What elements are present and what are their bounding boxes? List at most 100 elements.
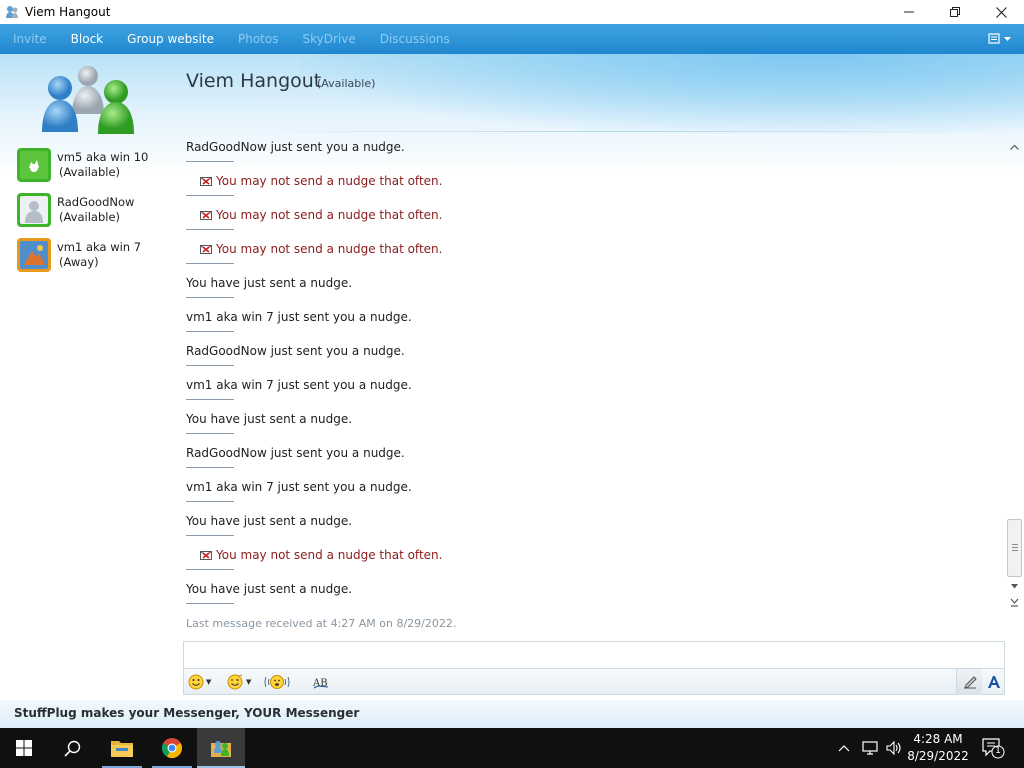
footer-ad-text[interactable]: StuffPlug makes your Messenger, YOUR Mes… xyxy=(14,706,359,720)
menu-skydrive[interactable]: SkyDrive xyxy=(302,32,355,46)
contact-status: (Away) xyxy=(59,255,99,269)
chevron-down-icon: ▼ xyxy=(246,678,252,686)
group-avatar-icon xyxy=(42,66,134,134)
start-button[interactable] xyxy=(0,728,48,768)
menu-block[interactable]: Block xyxy=(71,32,103,46)
contact-name: vm5 aka win 10 xyxy=(57,150,149,164)
options-menu-button[interactable] xyxy=(988,30,1014,48)
message-divider xyxy=(186,229,234,230)
message-input[interactable] xyxy=(183,641,1005,669)
options-menu-icon xyxy=(988,33,1000,44)
message-divider xyxy=(186,535,234,536)
window-title: Viem Hangout xyxy=(25,5,111,19)
input-toolbar: ▼ ▼ AB xyxy=(183,669,1005,695)
taskbar-file-explorer[interactable] xyxy=(98,728,146,768)
message-divider xyxy=(186,467,234,468)
contact-item[interactable]: vm5 aka win 10 (Available) xyxy=(17,148,177,184)
last-message-timestamp: Last message received at 4:27 AM on 8/29… xyxy=(186,617,457,630)
warning-message: You may not send a nudge that often. xyxy=(200,242,442,256)
close-icon xyxy=(995,6,1007,18)
show-hidden-icons-button[interactable] xyxy=(838,728,850,768)
scroll-down-button[interactable] xyxy=(1008,582,1020,594)
message-line: RadGoodNow just sent you a nudge. xyxy=(186,446,405,460)
font-icon xyxy=(988,676,1000,688)
speaker-icon xyxy=(886,741,901,755)
clock-time: 4:28 AM xyxy=(913,732,963,746)
chevron-down-icon: ▼ xyxy=(206,678,212,686)
message-divider xyxy=(186,569,234,570)
search-icon xyxy=(63,740,80,757)
chevron-up-icon xyxy=(838,745,850,752)
messenger-group-icon xyxy=(211,741,231,757)
network-button[interactable] xyxy=(862,728,878,768)
message-divider xyxy=(186,365,234,366)
menu-invite[interactable]: Invite xyxy=(13,32,47,46)
title-bar: Viem Hangout xyxy=(0,0,1024,24)
notification-icon xyxy=(982,738,1005,759)
volume-button[interactable] xyxy=(886,728,902,768)
conversation-status: (Available) xyxy=(317,77,376,90)
notification-count: 1 xyxy=(995,746,1001,756)
status-footer: StuffPlug makes your Messenger, YOUR Mes… xyxy=(0,700,1024,728)
wink-button[interactable]: ▼ xyxy=(226,672,251,692)
restore-button[interactable] xyxy=(932,0,978,24)
contact-status-frame xyxy=(17,193,51,227)
message-line: You have just sent a nudge. xyxy=(186,412,353,426)
taskbar-chrome[interactable] xyxy=(148,728,196,768)
contact-status-frame xyxy=(17,238,51,272)
font-button[interactable] xyxy=(984,672,1004,692)
taskbar-messenger[interactable] xyxy=(197,728,245,768)
chrome-icon xyxy=(161,738,183,759)
warning-message: You may not send a nudge that often. xyxy=(200,548,442,562)
spellcheck-icon: AB xyxy=(312,678,329,689)
clock-date: 8/29/2022 xyxy=(907,749,969,763)
handwriting-button[interactable] xyxy=(956,669,982,695)
message-line: You have just sent a nudge. xyxy=(186,514,353,528)
scroll-to-end-button[interactable] xyxy=(1008,598,1020,610)
contact-avatar xyxy=(20,196,48,224)
minimize-button[interactable] xyxy=(886,0,932,24)
contact-status: (Available) xyxy=(59,210,121,224)
taskbar-clock[interactable]: 4:28 AM 8/29/2022 xyxy=(905,731,971,765)
message-line: vm1 aka win 7 just sent you a nudge. xyxy=(186,310,412,324)
wink-icon xyxy=(227,674,243,690)
scroll-up-button[interactable] xyxy=(1008,143,1020,155)
menu-group-website[interactable]: Group website xyxy=(127,32,214,46)
nudge-button[interactable] xyxy=(264,672,290,692)
chevron-down-icon xyxy=(1010,584,1018,589)
search-button[interactable] xyxy=(48,728,96,768)
nudge-icon xyxy=(264,675,290,689)
contact-name: vm1 aka win 7 xyxy=(57,240,142,254)
menu-photos[interactable]: Photos xyxy=(238,32,278,46)
contact-item[interactable]: RadGoodNow (Available) xyxy=(17,193,177,229)
taskbar: 4:28 AM 8/29/2022 1 xyxy=(0,728,1024,768)
message-divider xyxy=(186,501,234,502)
warning-message: You may not send a nudge that often. xyxy=(200,208,442,222)
warning-text: You may not send a nudge that often. xyxy=(216,242,443,256)
warning-message: You may not send a nudge that often. xyxy=(200,174,442,188)
warning-text: You may not send a nudge that often. xyxy=(216,208,443,222)
error-envelope-icon xyxy=(200,176,212,186)
folder-icon xyxy=(111,741,133,757)
warning-text: You may not send a nudge that often. xyxy=(216,548,443,562)
emoticon-icon xyxy=(188,674,204,690)
contact-avatar xyxy=(20,241,48,269)
chevron-up-icon xyxy=(1009,144,1019,150)
menu-discussions[interactable]: Discussions xyxy=(380,32,450,46)
scroll-end-icon xyxy=(1010,598,1018,607)
handwriting-icon xyxy=(963,676,977,689)
scrollbar-thumb[interactable] xyxy=(1007,519,1022,577)
error-envelope-icon xyxy=(200,244,212,254)
spellcheck-button[interactable]: AB xyxy=(312,672,330,692)
contact-status: (Available) xyxy=(59,165,121,179)
emoticon-button[interactable]: ▼ xyxy=(188,672,211,692)
contact-avatar xyxy=(20,151,48,179)
message-line: You have just sent a nudge. xyxy=(186,276,353,290)
contact-item[interactable]: vm1 aka win 7 (Away) xyxy=(17,238,177,274)
message-line: RadGoodNow just sent you a nudge. xyxy=(186,344,405,358)
close-button[interactable] xyxy=(978,0,1024,24)
action-center-button[interactable]: 1 xyxy=(980,736,1006,760)
messenger-icon xyxy=(6,6,18,18)
contact-name: RadGoodNow xyxy=(57,195,135,209)
message-divider xyxy=(186,399,234,400)
